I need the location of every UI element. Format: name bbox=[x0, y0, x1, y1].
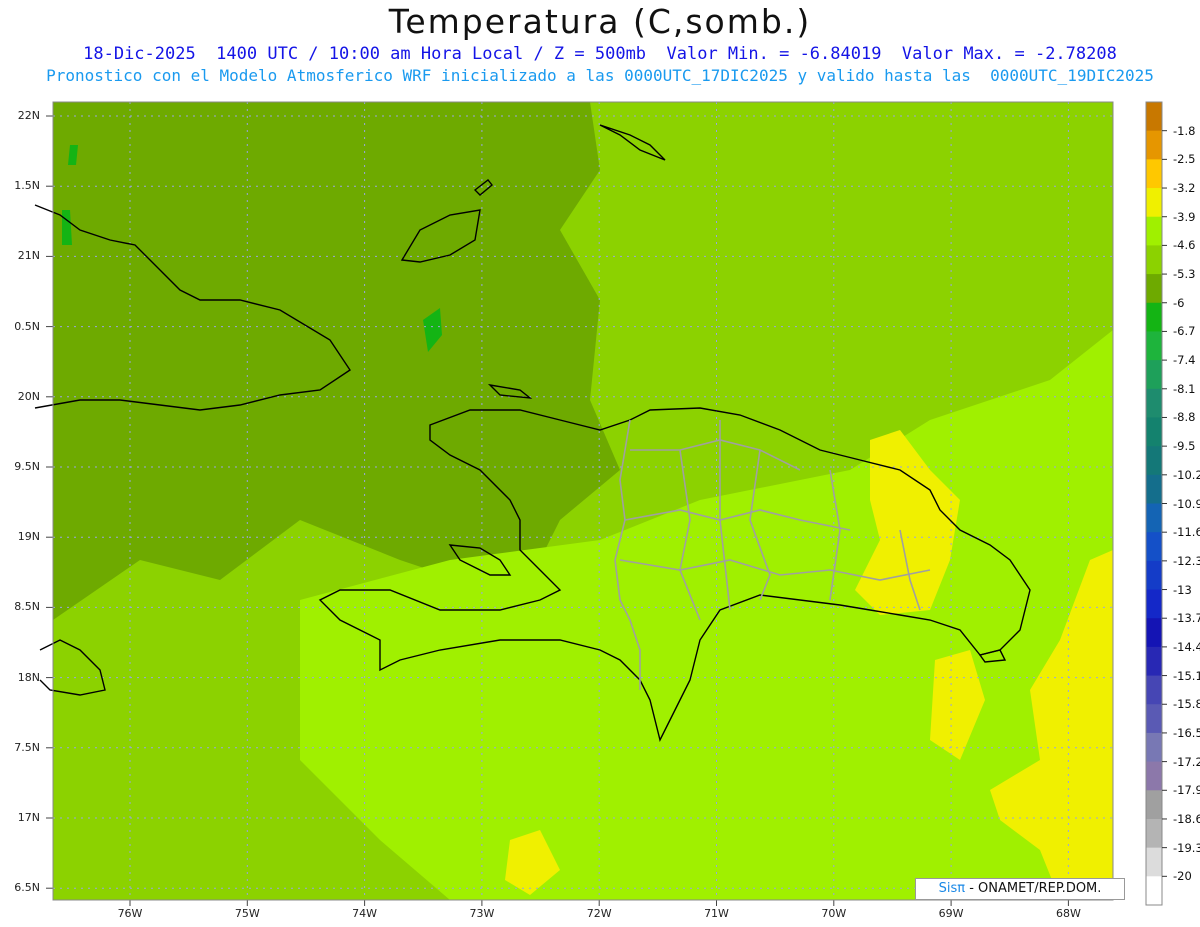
colorbar-label: -7.4 bbox=[1173, 353, 1196, 368]
colorbar-swatch bbox=[1146, 102, 1162, 132]
colorbar-swatch bbox=[1146, 274, 1162, 304]
x-tick-label: 68W bbox=[1055, 907, 1081, 920]
colorbar-swatch bbox=[1146, 732, 1162, 763]
colorbar-swatch bbox=[1146, 388, 1162, 418]
colorbar-swatch bbox=[1146, 761, 1162, 791]
y-tick-label: 17N bbox=[17, 811, 40, 824]
colorbar-label: -6.7 bbox=[1173, 324, 1196, 339]
colorbar-label: -8.1 bbox=[1173, 381, 1196, 396]
credit-box: Sisπ - ONAMET/REP.DOM. bbox=[915, 878, 1125, 900]
x-tick-label: 72W bbox=[586, 907, 612, 920]
colorbar-swatch bbox=[1146, 245, 1162, 275]
colorbar-label: -3.2 bbox=[1173, 181, 1196, 196]
colorbar-swatch bbox=[1146, 704, 1162, 734]
colorbar-swatch bbox=[1146, 331, 1162, 361]
y-tick-label: 7.5N bbox=[14, 740, 40, 754]
x-tick-label: 73W bbox=[469, 907, 495, 920]
colorbar-swatch bbox=[1146, 646, 1162, 677]
colorbar-swatch bbox=[1146, 474, 1162, 504]
colorbar-label: -12.3 bbox=[1173, 553, 1200, 568]
colorbar-label: -5.3 bbox=[1173, 267, 1196, 282]
x-tick-label: 71W bbox=[704, 907, 729, 920]
y-tick-label: 0.5N bbox=[14, 319, 40, 333]
x-tick-label: 69W bbox=[938, 907, 964, 920]
y-tick-label: 18N bbox=[17, 670, 40, 684]
colorbar-swatch bbox=[1146, 818, 1162, 849]
colorbar-swatch bbox=[1146, 188, 1162, 218]
colorbar-label: -16.5 bbox=[1173, 725, 1200, 740]
colorbar-label: -20 bbox=[1173, 869, 1192, 884]
colorbar-label: -15.1 bbox=[1173, 668, 1200, 683]
colorbar-label: -4.6 bbox=[1173, 238, 1196, 253]
colorbar-label: -2.5 bbox=[1173, 152, 1196, 167]
colorbar-label: -10.2 bbox=[1173, 467, 1200, 482]
colorbar-swatch bbox=[1146, 360, 1162, 390]
x-tick-label: 76W bbox=[117, 907, 143, 920]
colorbar-label: -6 bbox=[1173, 295, 1185, 310]
colorbar bbox=[1145, 101, 1167, 906]
colorbar-label: -14.4 bbox=[1173, 639, 1200, 654]
credit-text: - ONAMET/REP.DOM. bbox=[965, 881, 1102, 896]
colorbar-swatch bbox=[1146, 790, 1162, 820]
x-tick-label: 75W bbox=[234, 907, 260, 920]
y-tick-label: 22N bbox=[17, 109, 40, 122]
y-tick-label: 9.5N bbox=[14, 460, 40, 473]
colorbar-swatch bbox=[1146, 847, 1162, 877]
y-tick-label: 20N bbox=[17, 389, 40, 403]
colorbar-swatch bbox=[1146, 675, 1162, 705]
colorbar-swatch bbox=[1146, 876, 1162, 906]
colorbar-swatch bbox=[1146, 503, 1162, 533]
colorbar-swatch bbox=[1146, 446, 1162, 476]
colorbar-label: -17.2 bbox=[1173, 754, 1200, 769]
colorbar-swatch bbox=[1146, 130, 1162, 160]
colorbar-label: -13.7 bbox=[1173, 611, 1200, 626]
temperature-map bbox=[34, 101, 1167, 906]
y-tick-label: 19N bbox=[17, 530, 40, 544]
x-tick-label: 74W bbox=[352, 907, 378, 920]
colorbar-label: -13 bbox=[1173, 582, 1192, 597]
colorbar-swatch bbox=[1146, 532, 1162, 562]
colorbar-label: -9.5 bbox=[1173, 439, 1196, 454]
colorbar-swatch bbox=[1146, 159, 1162, 189]
colorbar-swatch bbox=[1146, 618, 1162, 648]
y-tick-label: 1.5N bbox=[14, 179, 40, 193]
colorbar-label: -15.8 bbox=[1173, 697, 1200, 712]
colorbar-swatch bbox=[1146, 589, 1162, 619]
colorbar-label: -11.6 bbox=[1173, 525, 1200, 540]
colorbar-swatch bbox=[1146, 302, 1162, 332]
colorbar-label: -19.3 bbox=[1173, 840, 1200, 855]
colorbar-label: -10.9 bbox=[1173, 496, 1200, 511]
colorbar-label: -17.9 bbox=[1173, 783, 1200, 798]
colorbar-swatch bbox=[1146, 216, 1162, 246]
y-tick-label: 21N bbox=[17, 249, 40, 263]
colorbar-label: -1.8 bbox=[1173, 123, 1196, 138]
colorbar-label: -8.8 bbox=[1173, 410, 1196, 425]
colorbar-label: -18.6 bbox=[1173, 811, 1200, 826]
colorbar-swatch bbox=[1146, 417, 1162, 447]
colorbar-label: -3.9 bbox=[1173, 209, 1196, 224]
y-tick-label: 6.5N bbox=[14, 881, 40, 895]
colorbar-swatch bbox=[1146, 560, 1162, 591]
x-tick-label: 70W bbox=[821, 907, 847, 920]
credit-logo: Sisπ bbox=[938, 881, 966, 896]
y-tick-label: 8.5N bbox=[14, 600, 40, 614]
